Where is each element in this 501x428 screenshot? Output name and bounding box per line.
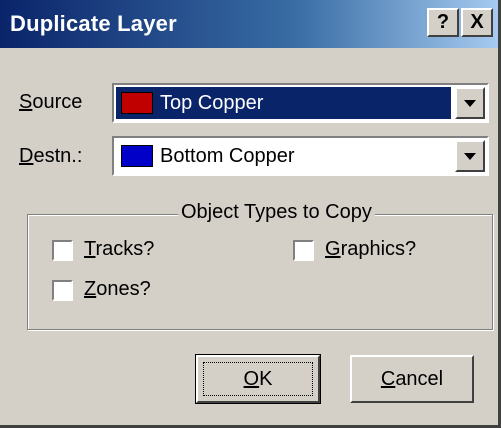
tracks-checkbox-row[interactable]: Tracks? [52,238,252,264]
object-types-legend: Object Types to Copy [178,201,375,224]
close-icon: X [470,11,484,33]
destination-color-swatch [121,145,153,167]
cancel-button-label: Cancel [380,368,444,390]
duplicate-layer-dialog: Duplicate Layer ? X Source Top Copper De… [0,0,501,428]
zones-checkbox-row[interactable]: Zones? [52,278,252,304]
source-select-text: Top Copper [160,92,264,114]
graphics-checkbox-row[interactable]: Graphics? [293,238,473,264]
destination-label: Destn.: [19,145,83,167]
destination-select-value: Bottom Copper [116,140,451,172]
source-color-swatch [121,92,153,114]
zones-label: Zones? [84,278,151,300]
source-select-value: Top Copper [116,87,451,119]
tracks-label: Tracks? [84,238,155,260]
ok-button-label: OK [243,368,273,390]
source-select[interactable]: Top Copper [112,83,489,123]
graphics-label: Graphics? [325,238,417,260]
cancel-button[interactable]: Cancel [350,355,474,403]
help-icon: ? [436,11,450,33]
chevron-down-icon[interactable] [455,87,485,119]
object-types-group: Object Types to Copy Tracks? Graphics? Z… [27,201,493,330]
destination-select[interactable]: Bottom Copper [112,136,489,176]
destination-select-text: Bottom Copper [160,145,295,167]
tracks-checkbox[interactable] [52,240,73,261]
window-title: Duplicate Layer [10,11,177,36]
zones-checkbox[interactable] [52,280,73,301]
graphics-checkbox[interactable] [293,240,314,261]
ok-button[interactable]: OK [195,354,321,404]
chevron-down-icon[interactable] [455,140,485,172]
title-bar[interactable]: Duplicate Layer ? X [0,0,498,48]
source-label: Source [19,91,83,113]
help-button[interactable]: ? [427,8,459,37]
close-button[interactable]: X [461,8,493,37]
